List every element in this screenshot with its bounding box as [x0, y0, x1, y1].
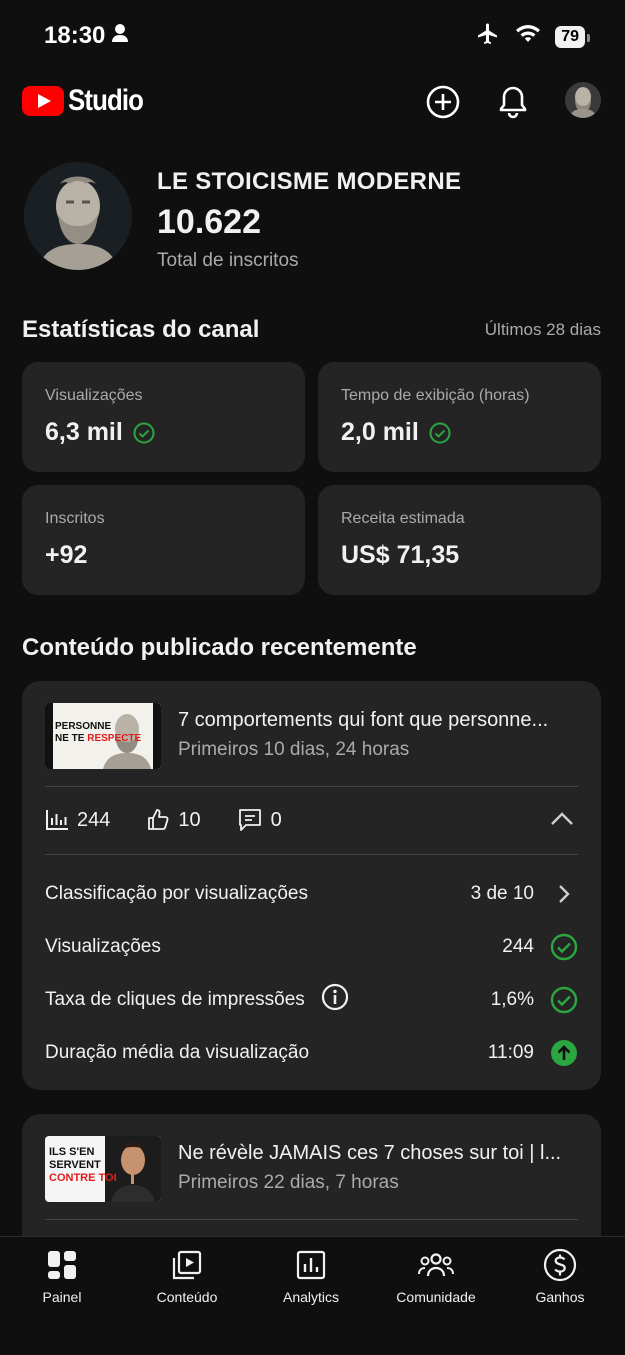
- collapse-button[interactable]: [549, 809, 575, 834]
- battery-indicator: 79: [555, 25, 590, 48]
- check-circle-icon: [429, 422, 451, 443]
- stat-card-subscribers[interactable]: Inscritos +92: [22, 485, 305, 595]
- nav-content[interactable]: Conteúdo: [127, 1245, 247, 1305]
- thumbs-up-icon: [148, 809, 169, 830]
- stat-card-revenue[interactable]: Receita estimada US$ 71,35: [318, 485, 601, 595]
- subscriber-label: Total de inscritos: [157, 250, 299, 271]
- stat-card-views[interactable]: Visualizações 6,3 mil: [22, 362, 305, 472]
- nav-dashboard[interactable]: Painel: [2, 1245, 122, 1305]
- dashboard-icon: [2, 1245, 122, 1285]
- stat-card-watch-time[interactable]: Tempo de exibição (horas) 2,0 mil: [318, 362, 601, 472]
- account-avatar[interactable]: [565, 82, 601, 118]
- likes-metric: 10: [146, 808, 201, 832]
- ranking-row[interactable]: Classificação por visualizações 3 de 10: [45, 874, 578, 914]
- create-button[interactable]: [425, 84, 461, 120]
- comments-metric: 0: [237, 808, 282, 832]
- nav-community[interactable]: Comunidade: [376, 1245, 496, 1305]
- chevron-right-icon: [550, 880, 578, 908]
- airplane-icon: [475, 22, 501, 51]
- bottom-navigation: Painel Conteúdo Analytics Comunidade Gan…: [0, 1236, 625, 1355]
- info-icon[interactable]: [321, 983, 349, 1017]
- video-metrics: 244 10 0: [45, 808, 318, 832]
- add-circle-icon: [426, 85, 460, 119]
- avg-duration-row: Duração média da visualização 11:09: [45, 1033, 578, 1073]
- video-title[interactable]: 7 comportements qui font que personne...: [178, 709, 583, 732]
- comment-icon: [238, 809, 261, 831]
- divider: [45, 854, 578, 855]
- video-library-icon: [127, 1245, 247, 1285]
- analytics-icon: [251, 1245, 371, 1285]
- studio-logo[interactable]: Studio: [22, 84, 155, 118]
- channel-name: LE STOICISME MODERNE: [157, 168, 462, 195]
- nav-earnings[interactable]: Ganhos: [500, 1245, 620, 1305]
- bell-icon: [499, 86, 527, 119]
- recent-content-title: Conteúdo publicado recentemente: [22, 634, 417, 661]
- stats-period: Últimos 28 dias: [484, 320, 601, 339]
- views-row: Visualizações 244: [45, 927, 578, 967]
- video-period: Primeiros 22 dias, 7 horas: [178, 1172, 399, 1193]
- video-card[interactable]: ILS S'EN SERVENT CONTRE TOI Ne révèle JA…: [22, 1114, 601, 1254]
- bar-chart-icon: [46, 810, 68, 830]
- divider: [45, 1219, 578, 1220]
- check-circle-icon: [550, 986, 578, 1014]
- stats-title: Estatísticas do canal: [22, 316, 260, 343]
- video-card[interactable]: PERSONNE NE TE RESPECTE 7 comportements …: [22, 681, 601, 1090]
- community-icon: [376, 1245, 496, 1285]
- status-bar: 18:30 79: [0, 0, 625, 70]
- video-title[interactable]: Ne révèle JAMAIS ces 7 choses sur toi | …: [178, 1142, 583, 1165]
- divider: [45, 786, 578, 787]
- video-period: Primeiros 10 dias, 24 horas: [178, 739, 410, 760]
- video-thumbnail[interactable]: PERSONNE NE TE RESPECTE: [45, 703, 161, 769]
- views-metric: 244: [45, 809, 110, 832]
- chevron-up-icon: [551, 812, 573, 825]
- youtube-logo-icon: [22, 86, 64, 116]
- subscriber-count: 10.622: [157, 203, 261, 241]
- dollar-circle-icon: [500, 1245, 620, 1285]
- notifications-button[interactable]: [495, 84, 531, 120]
- nav-analytics[interactable]: Analytics: [251, 1245, 371, 1305]
- app-header: Studio: [0, 78, 625, 126]
- ctr-row: Taxa de cliques de impressões 1,6%: [45, 980, 578, 1020]
- status-time: 18:30: [44, 22, 129, 50]
- arrow-up-circle-icon: [550, 1039, 578, 1067]
- video-thumbnail[interactable]: ILS S'EN SERVENT CONTRE TOI: [45, 1136, 161, 1202]
- person-icon: [111, 22, 129, 50]
- channel-avatar: [24, 162, 132, 270]
- check-circle-icon: [550, 933, 578, 961]
- check-circle-icon: [133, 422, 155, 443]
- wifi-icon: [515, 24, 541, 49]
